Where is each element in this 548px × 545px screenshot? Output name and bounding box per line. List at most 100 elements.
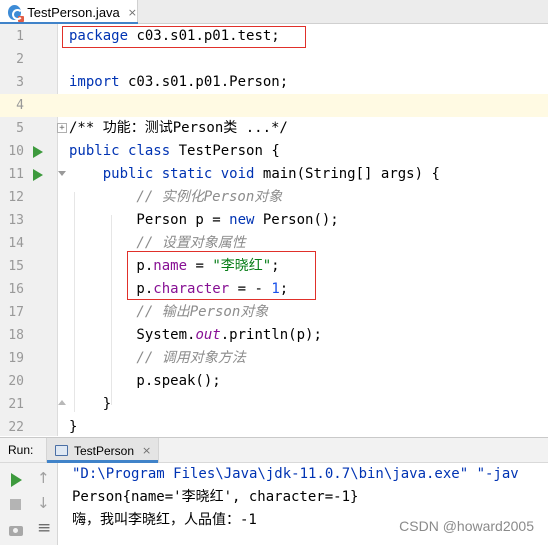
fold-expand-icon[interactable]: + — [57, 123, 67, 133]
run-tab-close-icon[interactable]: × — [142, 444, 151, 457]
line-number: 15 — [8, 259, 24, 274]
code-token: } — [69, 396, 112, 412]
code-token: .println(p); — [220, 327, 322, 343]
line-number: 2 — [16, 52, 24, 67]
code-token: // 输出Person对象 — [69, 304, 269, 320]
code-line[interactable]: 15 p.name = "李晓红"; — [0, 255, 548, 278]
code-line[interactable]: 16 p.character = - 1; — [0, 278, 548, 301]
editor-tab-bar: TestPerson.java × — [0, 0, 548, 25]
java-class-icon — [8, 4, 25, 22]
indent-guide — [111, 215, 112, 405]
run-tab-label: TestPerson — [74, 443, 135, 458]
editor-tab-testperson[interactable]: TestPerson.java × — [0, 0, 138, 25]
stop-icon[interactable] — [6, 495, 26, 515]
code-token: Person(); — [254, 212, 339, 228]
code-token: class — [128, 143, 171, 159]
line-number: 11 — [8, 167, 24, 182]
code-text: p.name = "李晓红"; — [69, 255, 280, 278]
code-line[interactable]: 4 — [0, 94, 548, 117]
screenshot-icon[interactable] — [6, 520, 26, 540]
code-line[interactable]: 19 // 调用对象方法 — [0, 347, 548, 370]
code-token: package — [69, 28, 129, 44]
code-token: } — [69, 419, 78, 435]
run-arrow-icon[interactable] — [33, 169, 43, 181]
line-number: 18 — [8, 328, 24, 343]
code-line[interactable]: 10 public class TestPerson { — [0, 140, 548, 163]
line-number: 1 — [16, 29, 24, 44]
gutter-cell: 22 — [0, 416, 58, 439]
code-text: // 调用对象方法 — [69, 347, 246, 370]
fold-end-icon[interactable] — [57, 398, 67, 408]
line-number: 5 — [16, 121, 24, 136]
code-line[interactable]: 20 p.speak(); — [0, 370, 548, 393]
soft-wrap-icon[interactable] — [34, 518, 54, 540]
code-token: 1 — [271, 281, 280, 297]
gutter-cell: 18 — [0, 324, 58, 347]
code-token: out — [195, 327, 221, 343]
code-token: ; — [271, 258, 280, 274]
code-line[interactable]: 5 +/** 功能：测试Person类 ...*/ — [0, 117, 548, 140]
gutter-cell: 2 — [0, 48, 58, 71]
code-text: package c03.s01.p01.test; — [69, 25, 280, 48]
run-arrow-icon[interactable] — [33, 146, 43, 158]
code-token: character — [153, 281, 230, 297]
code-token: // 实例化Person对象 — [69, 189, 283, 205]
code-token: TestPerson { — [170, 143, 280, 159]
run-toolbar — [0, 463, 58, 545]
console-command-line: "D:\Program Files\Java\jdk-11.0.7\bin\ja… — [72, 466, 519, 482]
code-token: System. — [69, 327, 196, 343]
code-token: // 设置对象属性 — [69, 235, 246, 251]
code-text: p.character = - 1; — [69, 278, 288, 301]
code-token: = - — [229, 281, 272, 297]
code-text: } — [69, 393, 111, 416]
rerun-icon[interactable] — [6, 470, 26, 490]
run-panel-header: Run: TestPerson × — [0, 437, 548, 463]
code-token: /** 功能：测试Person类 ...*/ — [69, 120, 288, 136]
run-panel-title: Run: — [8, 443, 34, 457]
code-line[interactable]: 2 — [0, 48, 548, 71]
gutter-cell: 21 — [0, 393, 58, 416]
code-token: main(String[] args) { — [254, 166, 440, 182]
code-text: } — [69, 416, 77, 439]
code-editor[interactable]: 1 package c03.s01.p01.test; 2 3 import c03.s… — [0, 24, 548, 436]
editor-tab-label: TestPerson.java — [27, 4, 120, 20]
code-token: c03.s01.p01.Person; — [119, 74, 289, 90]
code-token: p.speak(); — [69, 373, 221, 389]
scroll-down-icon[interactable] — [34, 494, 54, 515]
gutter-cell: 11 — [0, 163, 58, 186]
line-number: 19 — [8, 351, 24, 366]
fold-collapse-icon[interactable] — [57, 169, 67, 179]
code-line[interactable]: 14 // 设置对象属性 — [0, 232, 548, 255]
gutter-cell: 1 — [0, 25, 58, 48]
gutter-cell: 15 — [0, 255, 58, 278]
code-line[interactable]: 12 // 实例化Person对象 — [0, 186, 548, 209]
code-token: = — [187, 258, 213, 274]
gutter-cell: 20 — [0, 370, 58, 393]
scroll-up-icon[interactable] — [34, 469, 54, 490]
run-tab-testperson[interactable]: TestPerson × — [46, 438, 159, 463]
code-token: public — [69, 143, 120, 159]
code-line[interactable]: 3 import c03.s01.p01.Person; — [0, 71, 548, 94]
code-line[interactable]: 11 public static void main(String[] args… — [0, 163, 548, 186]
code-token: Person p = — [69, 212, 230, 228]
code-text: public static void main(String[] args) { — [69, 163, 440, 186]
code-line[interactable]: 22} — [0, 416, 548, 439]
code-token: // 调用对象方法 — [69, 350, 246, 366]
tab-close-icon[interactable]: × — [128, 6, 137, 19]
code-line[interactable]: 18 System.out.println(p); — [0, 324, 548, 347]
gutter-cell: 16 — [0, 278, 58, 301]
code-line[interactable]: 1 package c03.s01.p01.test; — [0, 25, 548, 48]
line-number: 10 — [8, 144, 24, 159]
code-line[interactable]: 21 } — [0, 393, 548, 416]
code-text: // 实例化Person对象 — [69, 186, 282, 209]
line-number: 13 — [8, 213, 24, 228]
gutter-cell: 10 — [0, 140, 58, 163]
line-number: 17 — [8, 305, 24, 320]
line-number: 14 — [8, 236, 24, 251]
code-line[interactable]: 13 Person p = new Person(); — [0, 209, 548, 232]
code-token: ; — [279, 281, 289, 297]
gutter-cell: 4 — [0, 94, 58, 117]
gutter-cell: 12 — [0, 186, 58, 209]
code-line[interactable]: 17 // 输出Person对象 — [0, 301, 548, 324]
